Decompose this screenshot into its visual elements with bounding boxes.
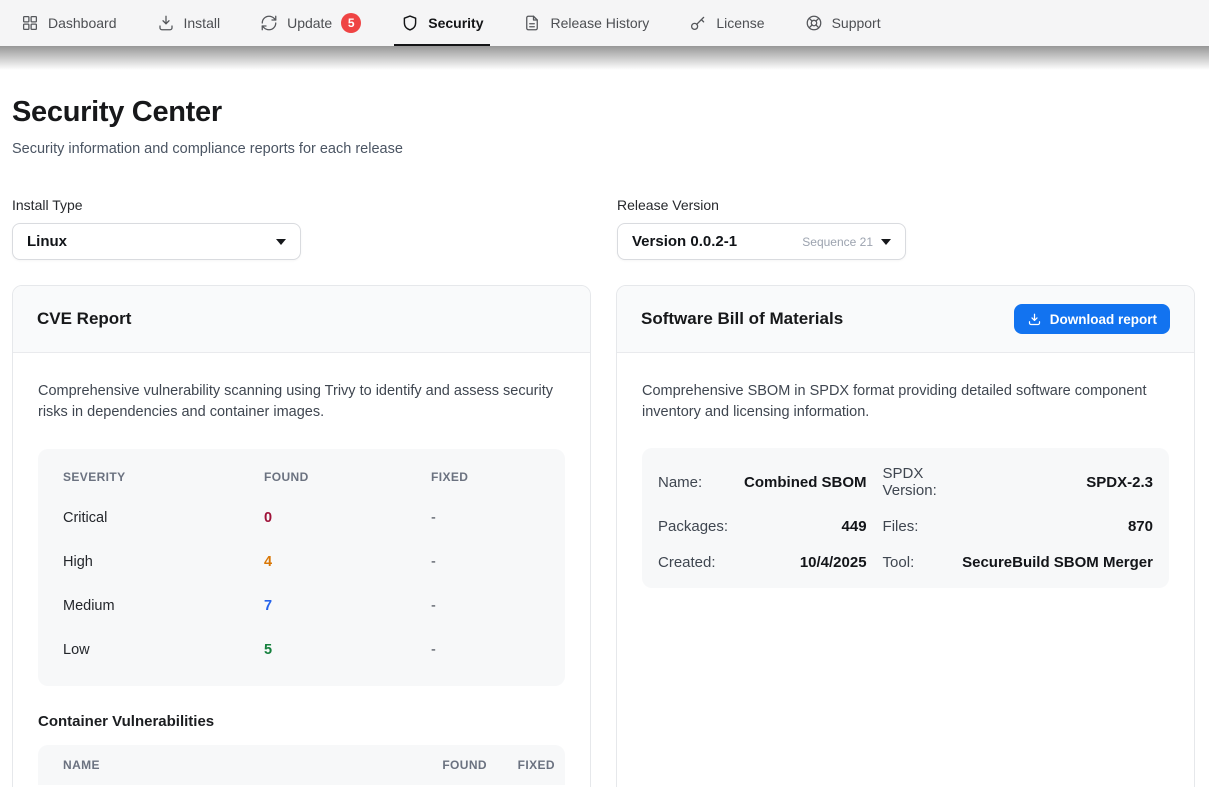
- sbom-card-header: Software Bill of Materials Download repo…: [617, 286, 1194, 353]
- download-report-button[interactable]: Download report: [1014, 304, 1170, 334]
- severity-row-high: High 4 -: [38, 540, 565, 584]
- key-icon: [689, 14, 707, 32]
- name-column-header: NAME: [63, 758, 407, 772]
- cve-report-card: CVE Report Comprehensive vulnerability s…: [12, 285, 591, 787]
- refresh-icon: [260, 14, 278, 32]
- found-column-header: FOUND: [264, 470, 431, 484]
- severity-label: Medium: [63, 598, 264, 614]
- cve-card-title: CVE Report: [37, 309, 131, 329]
- found-count: 0: [264, 510, 431, 526]
- sequence-badge: Sequence 21: [802, 235, 873, 249]
- cve-card-body: Comprehensive vulnerability scanning usi…: [13, 353, 590, 787]
- found-count: 4: [264, 554, 431, 570]
- tab-dashboard[interactable]: Dashboard: [12, 0, 126, 46]
- chevron-down-icon: [276, 239, 286, 245]
- container-vulnerabilities-title: Container Vulnerabilities: [38, 713, 565, 730]
- life-buoy-icon: [805, 14, 823, 32]
- cve-description: Comprehensive vulnerability scanning usi…: [38, 381, 565, 423]
- sbom-detail-label: Packages:: [658, 518, 728, 535]
- release-version-value: Version 0.0.2-1: [632, 233, 802, 250]
- severity-row-critical: Critical 0 -: [38, 496, 565, 540]
- shield-icon: [401, 14, 419, 32]
- install-type-label: Install Type: [12, 197, 301, 213]
- release-version-filter: Release Version Version 0.0.2-1 Sequence…: [617, 197, 906, 260]
- sbom-detail-value: 449: [744, 518, 867, 535]
- top-navigation: Dashboard Install Update 5 Security Rele…: [0, 0, 1209, 46]
- tab-security[interactable]: Security: [392, 0, 492, 46]
- filters-row: Install Type Linux Release Version Versi…: [12, 197, 1195, 260]
- tab-label: Dashboard: [48, 15, 117, 31]
- fixed-column-header: FIXED: [431, 470, 540, 484]
- sbom-card: Software Bill of Materials Download repo…: [616, 285, 1195, 787]
- fixed-column-header: FIXED: [487, 758, 555, 772]
- tab-label: License: [716, 15, 764, 31]
- sbom-detail-label: Created:: [658, 554, 728, 571]
- sbom-detail-value: 10/4/2025: [744, 554, 867, 571]
- header-shadow: [0, 46, 1209, 70]
- sbom-detail-value: Combined SBOM: [744, 474, 867, 491]
- document-icon: [523, 14, 541, 32]
- found-column-header: FOUND: [407, 758, 487, 772]
- dashboard-grid-icon: [21, 14, 39, 32]
- release-version-label: Release Version: [617, 197, 906, 213]
- install-type-value: Linux: [27, 233, 276, 250]
- severity-table-header: SEVERITY FOUND FIXED: [38, 458, 565, 496]
- chevron-down-icon: [881, 239, 891, 245]
- update-count-badge: 5: [341, 13, 361, 33]
- download-report-label: Download report: [1050, 312, 1157, 327]
- tab-update[interactable]: Update 5: [251, 0, 370, 46]
- found-count: 7: [264, 598, 431, 614]
- container-table-header: NAME FOUND FIXED: [38, 745, 565, 785]
- severity-row-medium: Medium 7 -: [38, 584, 565, 628]
- security-center-page: Security Center Security information and…: [0, 70, 1209, 787]
- fixed-count: -: [431, 642, 540, 658]
- sbom-card-body: Comprehensive SBOM in SPDX format provid…: [617, 353, 1194, 616]
- page-title: Security Center: [12, 96, 1195, 129]
- sbom-detail-label: Files:: [883, 518, 947, 535]
- sbom-detail-label: Tool:: [883, 554, 947, 571]
- sbom-card-title: Software Bill of Materials: [641, 309, 843, 329]
- found-count: 5: [264, 642, 431, 658]
- fixed-count: -: [431, 598, 540, 614]
- sbom-detail-value: SecureBuild SBOM Merger: [962, 554, 1153, 571]
- tab-release-history[interactable]: Release History: [514, 0, 658, 46]
- sbom-detail-value: 870: [962, 518, 1153, 535]
- tab-support[interactable]: Support: [796, 0, 890, 46]
- tab-label: Install: [184, 15, 221, 31]
- severity-table: SEVERITY FOUND FIXED Critical 0 - High 4…: [38, 449, 565, 686]
- sbom-description: Comprehensive SBOM in SPDX format provid…: [642, 381, 1169, 423]
- tab-label: Update: [287, 15, 332, 31]
- sbom-detail-label: Name:: [658, 474, 728, 491]
- tab-license[interactable]: License: [680, 0, 773, 46]
- install-type-select[interactable]: Linux: [12, 223, 301, 260]
- sbom-detail-value: SPDX-2.3: [962, 474, 1153, 491]
- fixed-count: -: [431, 510, 540, 526]
- release-version-select[interactable]: Version 0.0.2-1 Sequence 21: [617, 223, 906, 260]
- sbom-detail-label: SPDX Version:: [883, 465, 947, 499]
- severity-row-low: Low 5 -: [38, 628, 565, 672]
- cve-card-header: CVE Report: [13, 286, 590, 353]
- install-type-filter: Install Type Linux: [12, 197, 301, 260]
- severity-column-header: SEVERITY: [63, 470, 264, 484]
- page-subtitle: Security information and compliance repo…: [12, 141, 1195, 157]
- tab-label: Support: [832, 15, 881, 31]
- tab-label: Release History: [550, 15, 649, 31]
- report-cards: CVE Report Comprehensive vulnerability s…: [12, 285, 1195, 787]
- tab-label: Security: [428, 15, 483, 31]
- tab-install[interactable]: Install: [148, 0, 230, 46]
- severity-label: Critical: [63, 510, 264, 526]
- severity-label: High: [63, 554, 264, 570]
- severity-label: Low: [63, 642, 264, 658]
- sbom-details: Name: Combined SBOM SPDX Version: SPDX-2…: [642, 448, 1169, 588]
- download-icon: [157, 14, 175, 32]
- download-icon: [1027, 312, 1042, 327]
- fixed-count: -: [431, 554, 540, 570]
